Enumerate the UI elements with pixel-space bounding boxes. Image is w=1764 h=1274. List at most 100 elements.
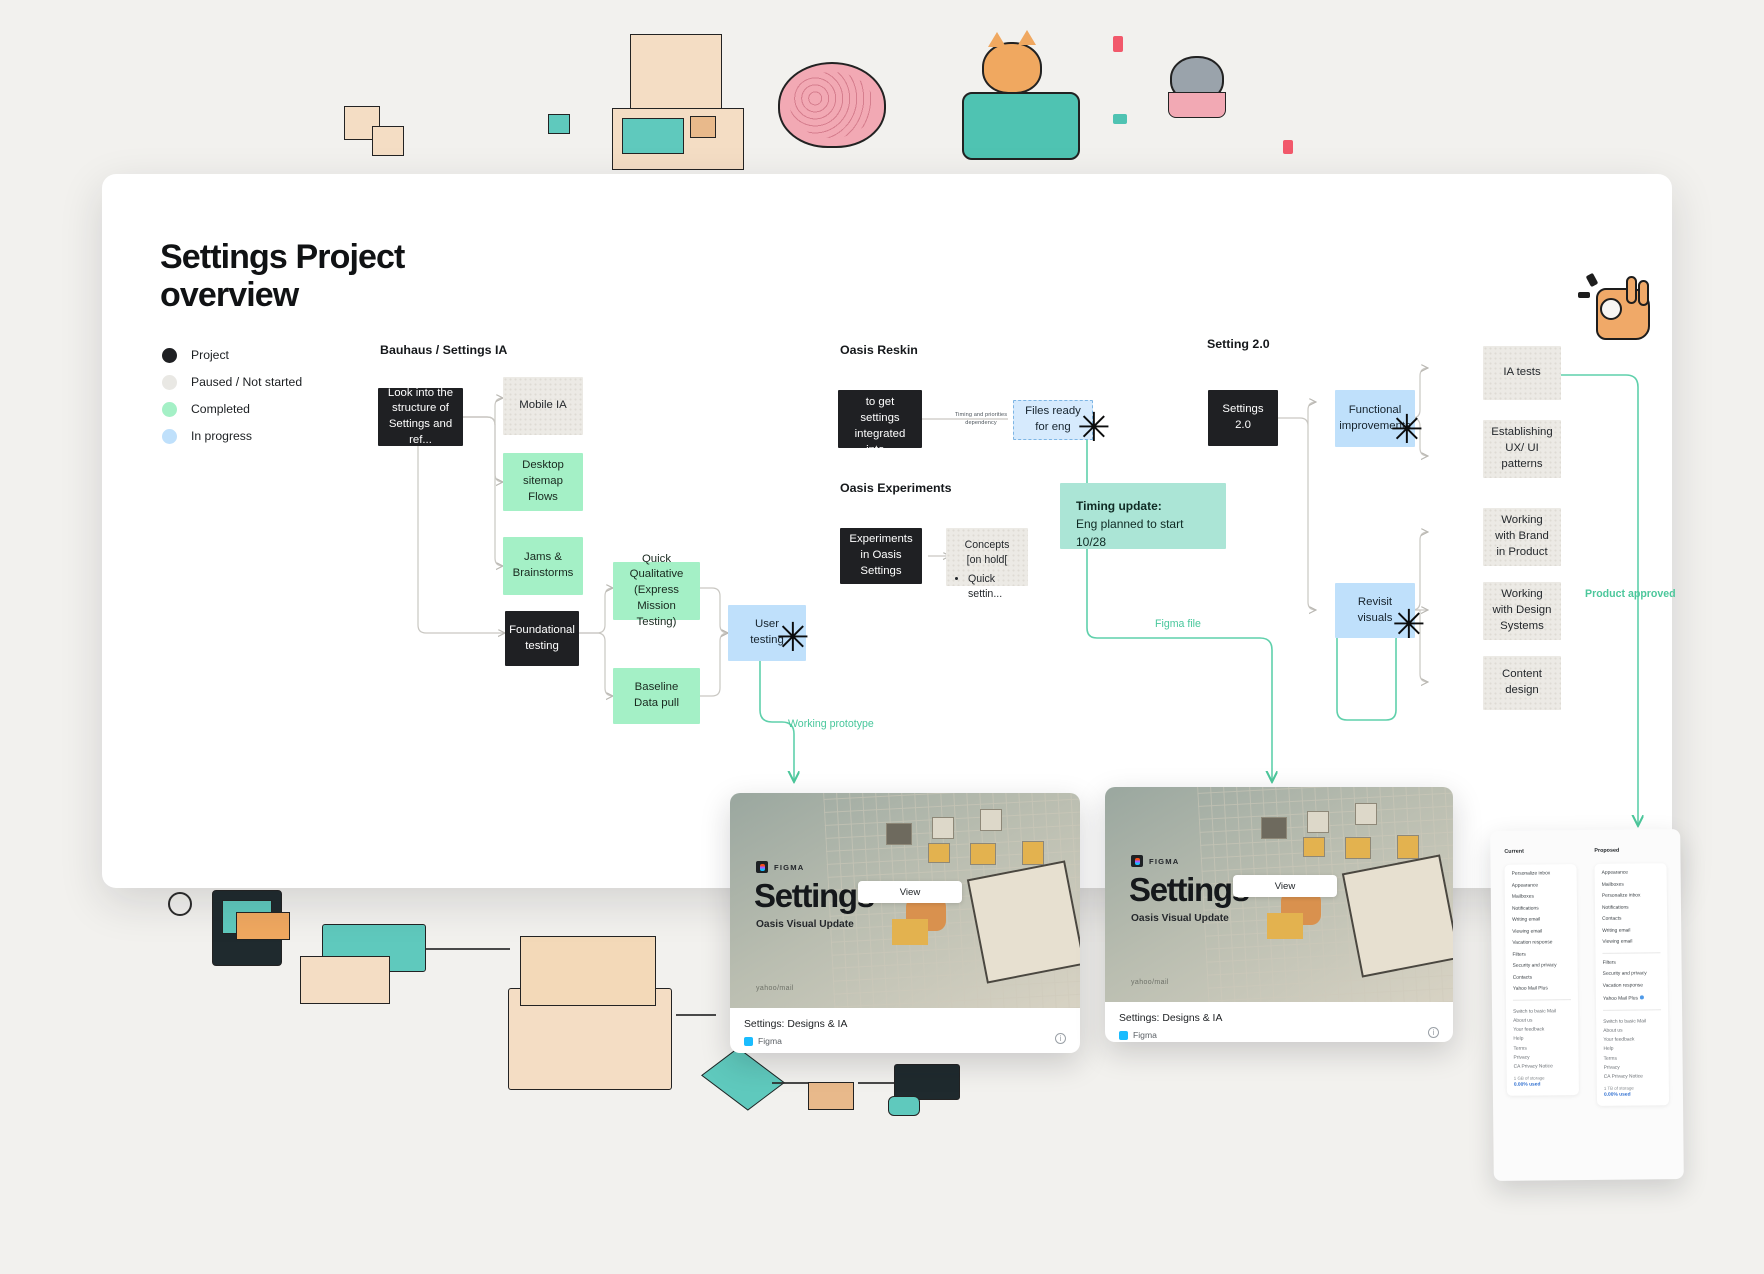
node-mobile-ia[interactable]: Mobile IA: [503, 377, 583, 435]
compare-item[interactable]: Contacts: [1513, 975, 1571, 982]
compare-item[interactable]: Filters: [1512, 952, 1570, 959]
figma-view-button[interactable]: View: [858, 881, 962, 903]
compare-item[interactable]: Mailboxes: [1512, 895, 1570, 901]
compare-item[interactable]: Writing email: [1512, 917, 1570, 924]
figma-logo-icon: [1131, 855, 1143, 867]
deco-blob: [1113, 36, 1123, 52]
figma-card-subtitle: Oasis Visual Update: [1131, 913, 1229, 924]
deco-iso-diamond: [701, 1047, 785, 1111]
compare-footer-item[interactable]: CA Privacy Notice: [1514, 1065, 1572, 1071]
compare-item[interactable]: Notifications: [1512, 906, 1570, 913]
deco-iso-box: [548, 114, 570, 134]
compare-card-proposed: Appearance Mailboxes Personalize inbox N…: [1594, 863, 1670, 1106]
deco-iso-box: [690, 116, 716, 138]
figma-thumbnail: FIGMA Settings Oasis Visual Update yahoo…: [730, 793, 1080, 1008]
compare-item[interactable]: Personalize inbox: [1602, 893, 1660, 900]
compare-item[interactable]: Appearance: [1602, 871, 1660, 877]
compare-footer-item[interactable]: Help: [1603, 1047, 1661, 1054]
node-quick-qualitative[interactable]: Quick Qualitative (Express Mission Testi…: [613, 553, 700, 628]
storage-note: 1 GB of storage: [1513, 1075, 1545, 1081]
label-product-approved: Product approved: [1585, 588, 1676, 600]
deco-cat-illustration: [982, 42, 1042, 94]
node-settings-two-zero[interactable]: Settings 2.0: [1208, 390, 1278, 446]
thumb-blob: [892, 919, 928, 945]
node-experiments-in-oasis[interactable]: Experiments in Oasis Settings: [840, 528, 922, 584]
figma-badge-label: FIGMA: [1149, 856, 1180, 866]
badge-dot-icon: [1639, 995, 1644, 1000]
node-baseline-data-pull[interactable]: Baseline Data pull: [613, 668, 700, 724]
compare-item[interactable]: Personalize inbox: [1512, 871, 1570, 878]
compare-column-current: Current Personalize inbox Appearance Mai…: [1504, 848, 1579, 1096]
compare-footer-item[interactable]: About us: [1513, 1018, 1571, 1025]
info-icon[interactable]: i: [1055, 1033, 1066, 1044]
compare-heading-proposed: Proposed: [1594, 847, 1620, 854]
compare-column-proposed: Proposed Appearance Mailboxes Personaliz…: [1594, 847, 1670, 1106]
deco-blob: [168, 892, 192, 916]
page-title: Settings Project overview: [160, 238, 405, 315]
figma-card-watermark: yahoo/mail: [1131, 979, 1169, 986]
figma-footer-source: Figma: [744, 1036, 1066, 1046]
compare-footer-item[interactable]: Terms: [1604, 1056, 1662, 1063]
compare-item[interactable]: Yahoo Mail Plus: [1603, 995, 1661, 1003]
compare-item[interactable]: Filters: [1603, 960, 1661, 967]
node-design-systems[interactable]: Working with Design Systems: [1483, 582, 1561, 640]
compare-item[interactable]: Security and privacy: [1513, 963, 1571, 970]
label-working-prototype: Working prototype: [788, 718, 874, 730]
compare-footer-item[interactable]: Privacy: [1514, 1056, 1572, 1062]
compare-item[interactable]: Vacation response: [1603, 983, 1661, 990]
thumb-square: [1303, 837, 1325, 857]
compare-item[interactable]: Vacation response: [1512, 940, 1570, 947]
compare-item[interactable]: Yahoo Mail Plus: [1513, 986, 1571, 993]
compare-item[interactable]: Contacts: [1602, 917, 1660, 923]
thumb-blob: [1267, 913, 1303, 939]
compare-footer-item[interactable]: Your feedback: [1513, 1028, 1571, 1034]
storage-usage-link[interactable]: 0.00% used: [1604, 1092, 1662, 1097]
compare-item[interactable]: Viewing email: [1602, 940, 1660, 946]
node-establishing-ux-ui[interactable]: Establishing UX/ UI patterns: [1483, 420, 1561, 478]
compare-footer-item[interactable]: Help: [1513, 1037, 1571, 1044]
legend-item-paused: Paused / Not started: [162, 369, 302, 395]
figma-badge-label: FIGMA: [774, 862, 805, 872]
compare-footer-item[interactable]: CA Privacy Notice: [1604, 1075, 1662, 1082]
compare-item[interactable]: Mailboxes: [1602, 882, 1660, 889]
figma-brand-badge: FIGMA: [756, 861, 804, 873]
storage-usage-link[interactable]: 0.00% used: [1514, 1082, 1572, 1087]
compare-footer-item[interactable]: Your feedback: [1603, 1038, 1661, 1044]
node-concepts-on-hold[interactable]: Concepts [on hold[ Quick settin...: [946, 528, 1028, 600]
figma-footer-title: Settings: Designs & IA: [744, 1019, 848, 1030]
figma-card-subtitle: Oasis Visual Update: [756, 919, 854, 930]
compare-footer-item[interactable]: Switch to basic Mail: [1603, 1019, 1661, 1026]
column-heading-oasis-experiments: Oasis Experiments: [840, 481, 952, 495]
node-look-into-structure[interactable]: Look into the structure of Settings and …: [378, 387, 463, 446]
figma-card-title: Settings: [1129, 871, 1250, 908]
figma-view-button[interactable]: View: [1233, 875, 1337, 897]
node-foundational-testing[interactable]: Foundational testing: [505, 611, 579, 666]
compare-footer-item[interactable]: Switch to basic Mail: [1513, 1009, 1571, 1016]
figma-footer-source: Figma: [1119, 1030, 1439, 1040]
sparkle-marker-files-ready: ✳: [1077, 405, 1111, 451]
node-ia-tests[interactable]: IA tests: [1483, 346, 1561, 400]
compare-item[interactable]: Notifications: [1602, 905, 1660, 912]
thumb-square: [1345, 837, 1371, 859]
deco-iso-box: [808, 1082, 854, 1110]
compare-footer-item[interactable]: Terms: [1513, 1046, 1571, 1053]
node-jams-brainstorms[interactable]: Jams & Brainstorms: [503, 537, 583, 595]
compare-item[interactable]: Appearance: [1512, 883, 1570, 890]
info-icon[interactable]: i: [1428, 1027, 1439, 1038]
figma-embed-card-2[interactable]: FIGMA Settings Oasis Visual Update yahoo…: [1105, 787, 1453, 1042]
node-brand-in-product[interactable]: Working with Brand in Product: [1483, 508, 1561, 566]
figma-embed-card-1[interactable]: FIGMA Settings Oasis Visual Update yahoo…: [730, 793, 1080, 1053]
compare-footer-item[interactable]: About us: [1603, 1028, 1661, 1035]
deco-iso-box: [372, 126, 404, 156]
settings-compare-panel[interactable]: Current Personalize inbox Appearance Mai…: [1490, 829, 1684, 1181]
compare-card-current: Personalize inbox Appearance Mailboxes N…: [1504, 864, 1579, 1096]
compare-item[interactable]: Viewing email: [1512, 929, 1570, 936]
node-desktop-sitemap-flows[interactable]: Desktop sitemap Flows: [503, 453, 583, 511]
node-content-design[interactable]: Content design: [1483, 656, 1561, 710]
concepts-title: Concepts [on hold[: [964, 539, 1010, 567]
deco-iso-box: [520, 936, 656, 1006]
compare-item[interactable]: Writing email: [1602, 928, 1660, 935]
compare-footer-item[interactable]: Privacy: [1604, 1066, 1662, 1072]
node-visual-reskin[interactable]: Visual reskin to get settings integrated…: [838, 381, 922, 456]
compare-item[interactable]: Security and privacy: [1603, 971, 1661, 978]
